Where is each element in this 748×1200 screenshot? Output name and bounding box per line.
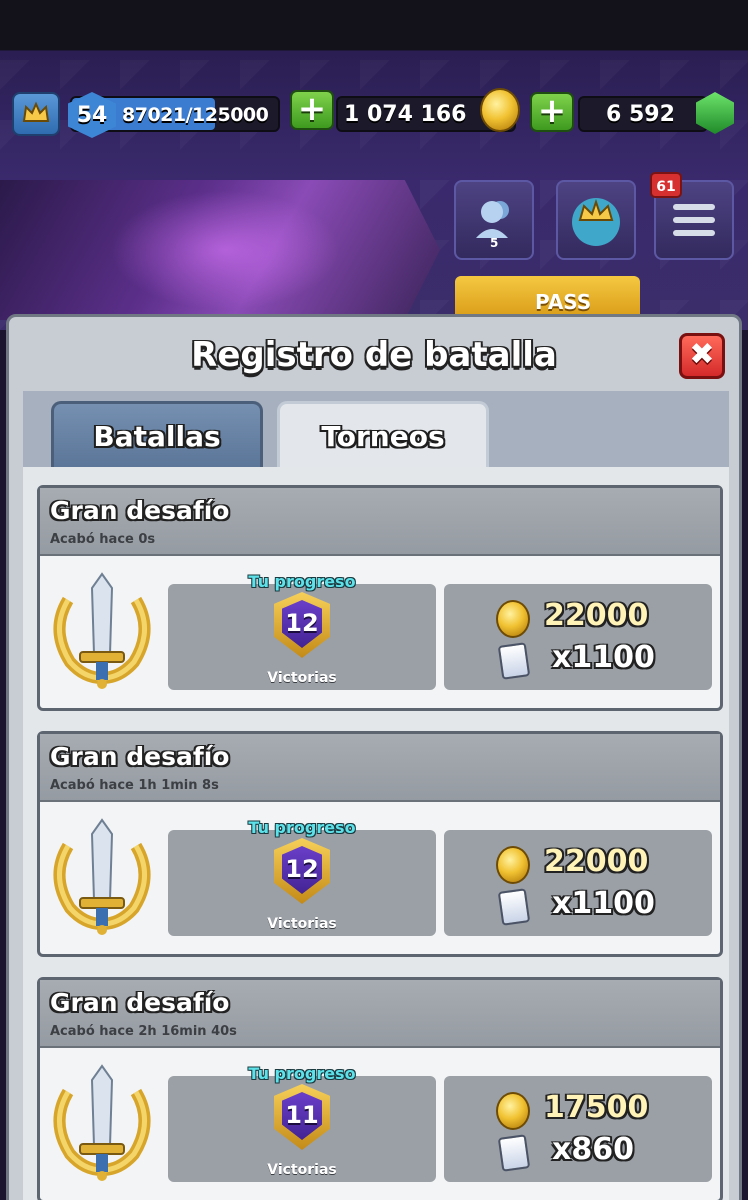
tournament-card[interactable]: Gran desafío Acabó hace 2h 16min 40s 11 … — [37, 977, 723, 1200]
status-strip — [0, 0, 748, 50]
reward-panel: 17500 x860 — [444, 1076, 712, 1182]
cards-icon — [497, 1134, 531, 1172]
gold-coin-icon — [496, 600, 530, 638]
clan-button[interactable] — [556, 180, 636, 260]
tournament-title: Gran desafío — [50, 496, 230, 525]
gold-reward: 22000 — [544, 844, 649, 879]
tournament-list: Gran desafío Acabó hace 0s 12 Victorias … — [23, 467, 729, 1200]
wins-label: Victorias — [267, 916, 337, 932]
card-header: Gran desafío Acabó hace 2h 16min 40s — [40, 980, 720, 1048]
cards-reward: x1100 — [552, 886, 655, 921]
progress-panel: 11 Victorias — [168, 1076, 436, 1182]
wins-count: 11 — [282, 1092, 322, 1140]
tournament-card[interactable]: Gran desafío Acabó hace 1h 1min 8s 12 Vi… — [37, 731, 723, 957]
cards-icon — [497, 888, 531, 926]
cards-icon — [497, 642, 531, 680]
progress-label: Tu progreso — [248, 1064, 356, 1083]
crown-glyph — [22, 101, 50, 122]
xp-bar: 54 87021/125000 — [68, 92, 280, 138]
tab-bar: Batallas Torneos — [23, 391, 729, 473]
gold-reward: 22000 — [544, 598, 649, 633]
friends-count: 5 — [490, 236, 499, 250]
gem-counter: 6 592 — [578, 96, 708, 132]
gold-reward: 17500 — [544, 1090, 649, 1125]
reward-panel: 22000 x1100 — [444, 584, 712, 690]
xp-text: 87021/125000 — [122, 104, 269, 126]
gem-amount: 6 592 — [606, 102, 675, 127]
reward-panel: 22000 x1100 — [444, 830, 712, 936]
gold-coin-icon — [496, 846, 530, 884]
progress-label: Tu progreso — [248, 572, 356, 591]
wins-shield-icon: 11 — [274, 1084, 330, 1150]
wins-count: 12 — [282, 846, 322, 894]
wins-label: Victorias — [267, 1162, 337, 1178]
tournament-ended-time: Acabó hace 1h 1min 8s — [50, 778, 219, 793]
close-button[interactable]: ✖ — [679, 333, 725, 379]
globe-crown-icon — [572, 198, 620, 246]
card-header: Gran desafío Acabó hace 1h 1min 8s — [40, 734, 720, 802]
wins-count: 12 — [282, 600, 322, 648]
resource-bar: 54 87021/125000 + 1 074 166 + 6 592 — [0, 86, 748, 142]
friends-button[interactable]: 5 — [454, 180, 534, 260]
sword-laurel-icon — [53, 572, 151, 689]
crown-icon[interactable] — [12, 92, 60, 136]
banner-art — [110, 190, 340, 310]
hamburger-icon — [673, 204, 715, 236]
event-banner[interactable] — [0, 180, 440, 320]
modal-title: Registro de batalla — [191, 335, 557, 375]
sword-laurel-icon — [53, 818, 151, 935]
tournament-ended-time: Acabó hace 2h 16min 40s — [50, 1024, 237, 1039]
battle-log-modal: Registro de batalla ✖ Batallas Torneos G… — [6, 314, 742, 1200]
notification-badge: 61 — [650, 172, 682, 198]
wins-shield-icon: 12 — [274, 592, 330, 658]
progress-label: Tu progreso — [248, 818, 356, 837]
cards-reward: x860 — [552, 1132, 634, 1167]
wins-shield-icon: 12 — [274, 838, 330, 904]
sword-laurel-icon — [53, 1064, 151, 1181]
buy-gold-button[interactable]: + — [290, 90, 334, 130]
buy-gems-button[interactable]: + — [530, 92, 574, 132]
tab-tournaments[interactable]: Torneos — [277, 401, 489, 473]
gold-coin-icon — [480, 88, 520, 132]
cards-reward: x1100 — [552, 640, 655, 675]
tab-battles[interactable]: Batallas — [51, 401, 263, 469]
tournament-title: Gran desafío — [50, 988, 230, 1017]
progress-panel: 12 Victorias — [168, 830, 436, 936]
wins-label: Victorias — [267, 670, 337, 686]
tournament-card[interactable]: Gran desafío Acabó hace 0s 12 Victorias … — [37, 485, 723, 711]
gold-amount: 1 074 166 — [344, 102, 467, 127]
gold-coin-icon — [496, 1092, 530, 1130]
card-header: Gran desafío Acabó hace 0s — [40, 488, 720, 556]
progress-panel: 12 Victorias — [168, 584, 436, 690]
tournament-ended-time: Acabó hace 0s — [50, 532, 156, 547]
tournament-title: Gran desafío — [50, 742, 230, 771]
